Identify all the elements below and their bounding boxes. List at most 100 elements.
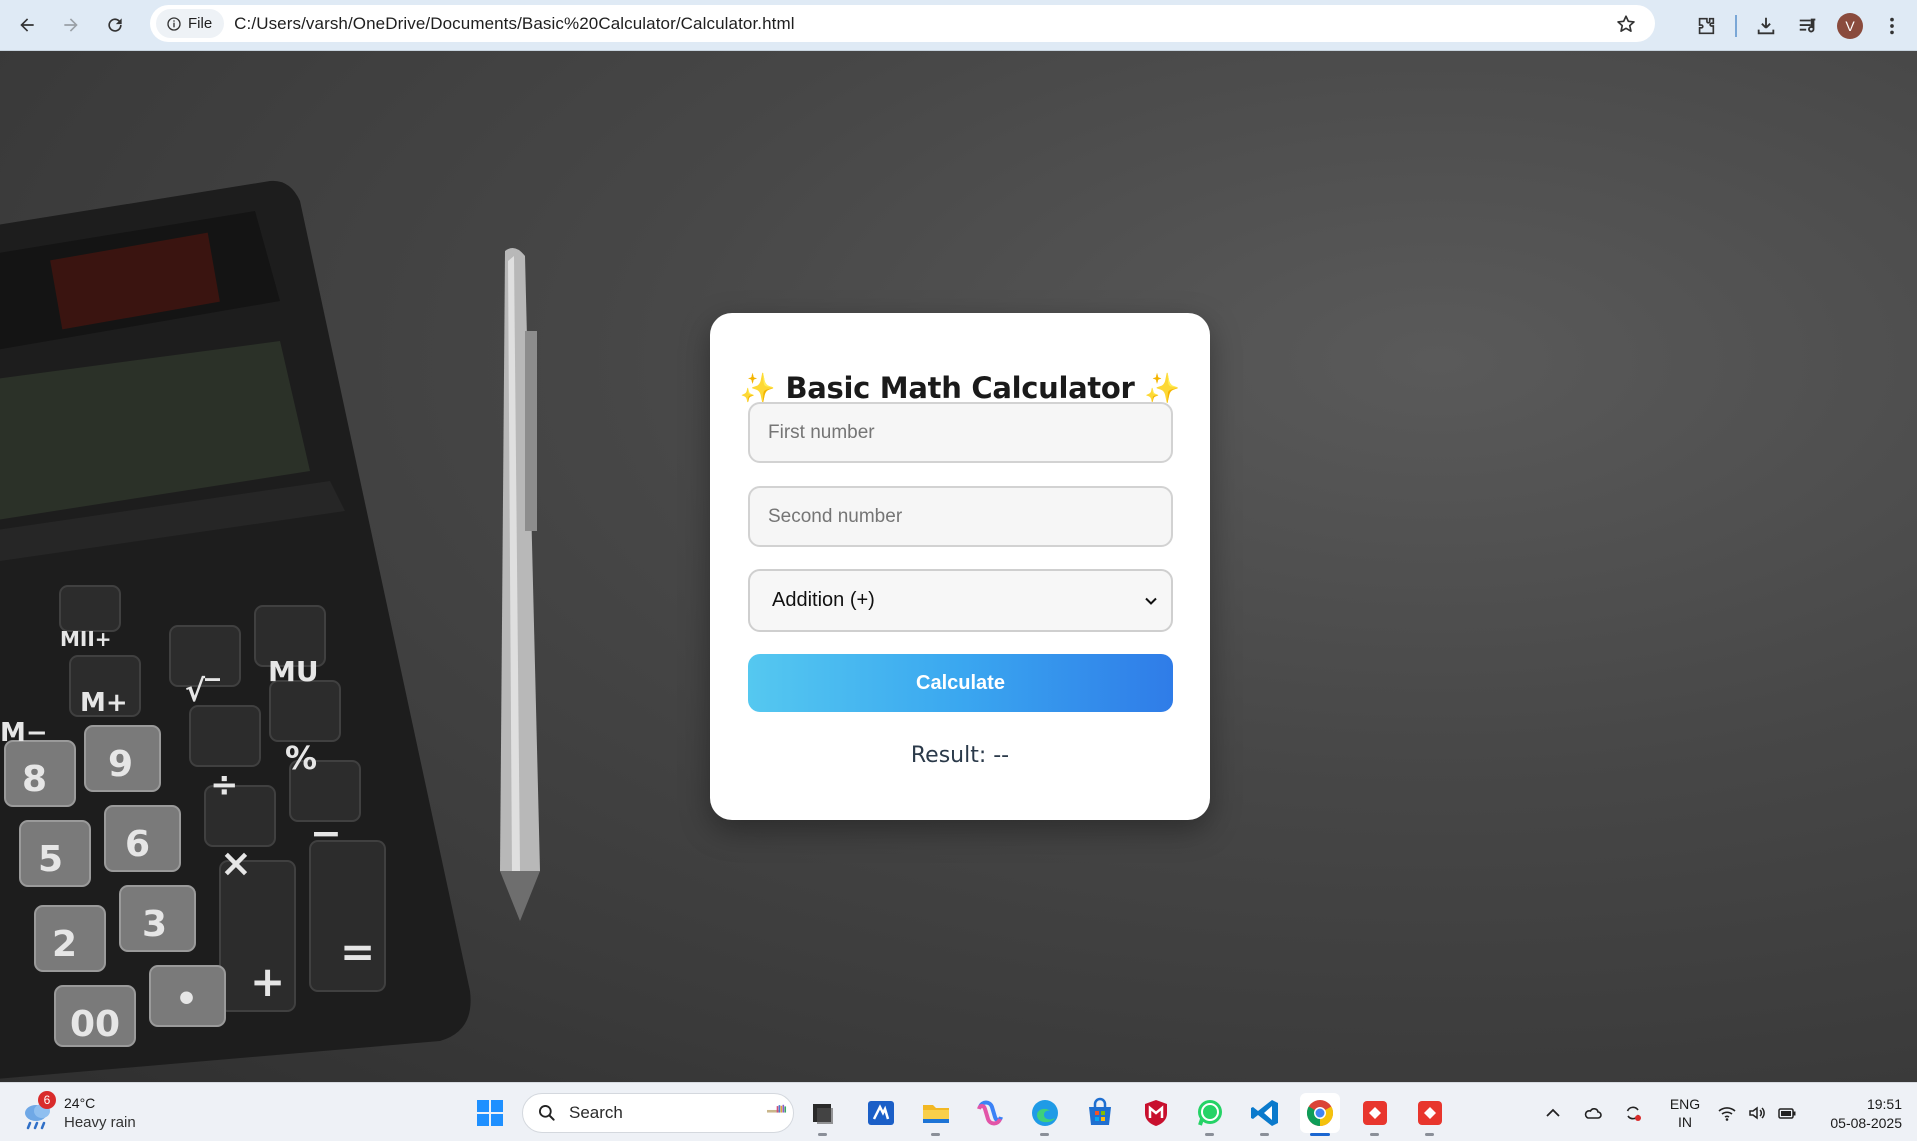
pen-illustration — [500, 247, 540, 921]
lang-line-1: ENG — [1669, 1096, 1701, 1112]
battery-icon — [1772, 1098, 1802, 1128]
weather-temp: 24°C — [64, 1095, 96, 1111]
second-number-input[interactable] — [748, 486, 1173, 547]
sparkle-icon: ✨ — [739, 371, 776, 405]
calculator-illustration: 8 9 5 6 2 3 00 • + = × − ÷% M+ M− √‾ MU MII+ — [0, 180, 471, 1079]
media-controls-button[interactable] — [1787, 5, 1829, 47]
menu-button[interactable] — [1871, 5, 1913, 47]
toolbar-divider — [1735, 14, 1737, 37]
page-title: Basic Math Calculator — [785, 371, 1135, 405]
kebab-menu-icon — [1890, 17, 1894, 34]
extensions-button[interactable] — [1685, 5, 1727, 47]
taskbar: 6 24°C Heavy rain Search ENG IN 19:51 05… — [0, 1082, 1917, 1141]
show-hidden-icons-button[interactable] — [1538, 1098, 1568, 1128]
operation-select[interactable]: Addition (+) — [748, 569, 1173, 632]
copilot-icon — [977, 1100, 1003, 1126]
whatsapp-icon — [1198, 1100, 1222, 1126]
svg-text:×: × — [220, 841, 252, 885]
running-indicator — [1310, 1133, 1330, 1136]
svg-text:MII+: MII+ — [60, 627, 112, 651]
clock-time: 19:51 — [1866, 1096, 1902, 1112]
folder-icon — [923, 1105, 949, 1123]
site-info-chip[interactable]: File — [156, 9, 225, 38]
sync-button[interactable] — [1618, 1098, 1648, 1128]
arrow-right-icon — [64, 18, 78, 32]
sparkle-icon: ✨ — [1144, 371, 1181, 405]
taskbar-vscode[interactable] — [1245, 1093, 1285, 1136]
running-indicator — [931, 1133, 940, 1136]
svg-text:00: 00 — [70, 1004, 120, 1045]
quick-settings[interactable] — [1712, 1083, 1802, 1141]
taskbar-app-red-1[interactable] — [1355, 1093, 1395, 1136]
card-title: ✨ Basic Math Calculator ✨ — [710, 371, 1210, 406]
svg-text:3: 3 — [142, 904, 167, 945]
app-red-2-icon — [1418, 1101, 1442, 1125]
running-indicator — [1205, 1133, 1214, 1136]
taskbar-chrome[interactable] — [1300, 1093, 1340, 1136]
task-view-button[interactable] — [803, 1093, 843, 1136]
lang-line-2: IN — [1678, 1114, 1692, 1130]
weather-widget[interactable]: 6 24°C Heavy rain — [20, 1091, 170, 1135]
vscode-icon — [1251, 1100, 1278, 1126]
books-illustration-icon — [767, 1104, 787, 1113]
operation-selected-value: Addition (+) — [772, 589, 875, 611]
clock-date: 05-08-2025 — [1830, 1115, 1902, 1131]
taskbar-file-explorer[interactable] — [916, 1093, 956, 1136]
taskbar-edge[interactable] — [1025, 1093, 1065, 1136]
url-text[interactable]: C:/Users/varsh/OneDrive/Documents/Basic%… — [234, 14, 794, 34]
svg-text:M−: M− — [0, 718, 48, 748]
system-tray — [1538, 1083, 1648, 1141]
language-indicator[interactable]: ENG IN — [1665, 1095, 1705, 1131]
svg-text:+: + — [250, 957, 285, 1006]
taskbar-search[interactable]: Search — [522, 1093, 794, 1133]
back-button[interactable] — [10, 8, 44, 42]
result-text: Result: -- — [910, 743, 1010, 768]
chevron-up-icon — [1546, 1108, 1560, 1117]
download-icon — [1757, 17, 1775, 34]
running-indicator — [1260, 1133, 1269, 1136]
search-icon — [539, 1105, 555, 1121]
running-indicator — [1370, 1133, 1379, 1136]
address-bar[interactable]: File C:/Users/varsh/OneDrive/Documents/B… — [150, 5, 1655, 42]
chrome-icon — [1306, 1100, 1334, 1127]
taskbar-whatsapp[interactable] — [1190, 1093, 1230, 1136]
forward-button[interactable] — [54, 8, 88, 42]
reload-button[interactable] — [98, 8, 132, 42]
task-view-icon — [813, 1104, 833, 1124]
avatar: V — [1837, 12, 1863, 39]
taskbar-app-a[interactable] — [861, 1093, 901, 1133]
chevron-down-icon — [1145, 597, 1157, 605]
bookmark-star-icon[interactable] — [1615, 13, 1637, 35]
svg-text:−: − — [310, 811, 342, 855]
calculate-button[interactable]: Calculate — [748, 654, 1173, 712]
app-red-1-icon — [1363, 1101, 1387, 1125]
cloud-icon — [1584, 1107, 1602, 1119]
taskbar-store[interactable] — [1080, 1093, 1120, 1133]
svg-text:%: % — [285, 739, 317, 777]
onedrive-button[interactable] — [1578, 1098, 1608, 1128]
toolbar-actions: V — [1685, 0, 1917, 51]
wifi-icon — [1712, 1098, 1742, 1128]
clock[interactable]: 19:51 05-08-2025 — [1810, 1095, 1902, 1133]
svg-text:M+: M+ — [80, 688, 128, 718]
taskbar-app-red-2[interactable] — [1410, 1093, 1450, 1136]
windows-logo-icon — [477, 1100, 503, 1126]
store-bag-icon — [1089, 1097, 1111, 1125]
taskbar-mcafee[interactable] — [1136, 1093, 1176, 1133]
first-number-input[interactable] — [748, 402, 1173, 463]
browser-toolbar: File C:/Users/varsh/OneDrive/Documents/B… — [0, 0, 1917, 51]
mcafee-shield-icon — [1145, 1100, 1167, 1126]
windows-start-button[interactable] — [470, 1093, 510, 1133]
svg-text:2: 2 — [52, 924, 77, 965]
taskbar-copilot[interactable] — [970, 1093, 1010, 1133]
running-indicator — [1425, 1133, 1434, 1136]
svg-text:MU: MU — [268, 655, 319, 688]
calculator-card: ✨ Basic Math Calculator ✨ Addition (+) C… — [710, 313, 1210, 820]
downloads-button[interactable] — [1745, 5, 1787, 47]
edge-icon — [1032, 1100, 1058, 1126]
svg-text:√‾: √‾ — [185, 674, 220, 709]
playlist-icon — [1799, 18, 1816, 32]
svg-text:6: 6 — [125, 824, 150, 865]
profile-button[interactable]: V — [1829, 5, 1871, 47]
svg-text:8: 8 — [22, 759, 47, 800]
